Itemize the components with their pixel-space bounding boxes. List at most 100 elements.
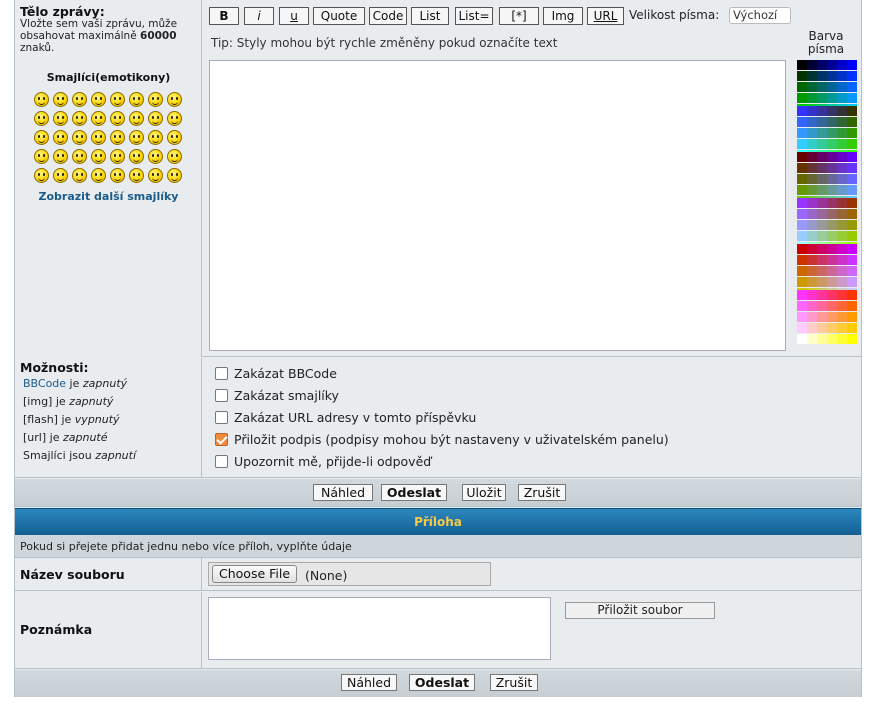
color-swatch[interactable]	[797, 255, 807, 265]
bold-button[interactable]: B	[209, 7, 239, 25]
color-swatch[interactable]	[827, 71, 837, 81]
color-swatch[interactable]	[807, 231, 817, 241]
color-swatch[interactable]	[807, 152, 817, 162]
color-swatch[interactable]	[847, 209, 857, 219]
smiley-icon[interactable]	[34, 111, 49, 126]
smiley-icon[interactable]	[34, 92, 49, 107]
color-swatch[interactable]	[837, 174, 847, 184]
color-swatch[interactable]	[797, 152, 807, 162]
color-swatch[interactable]	[797, 93, 807, 103]
smiley-icon[interactable]	[53, 111, 68, 126]
color-swatch[interactable]	[837, 266, 847, 276]
color-swatch[interactable]	[807, 220, 817, 230]
color-swatch[interactable]	[817, 117, 827, 127]
color-swatch[interactable]	[847, 255, 857, 265]
smiley-icon[interactable]	[148, 92, 163, 107]
option-notify-reply[interactable]: Upozornit mě, přijde-li odpověď	[215, 454, 431, 470]
color-swatch[interactable]	[817, 266, 827, 276]
preview-button[interactable]: Náhled	[313, 484, 373, 501]
cancel-button-bottom[interactable]: Zrušit	[490, 674, 538, 691]
color-swatch[interactable]	[807, 209, 817, 219]
option-attach-signature[interactable]: Přiložit podpis (podpisy mohou být nasta…	[215, 432, 669, 448]
color-swatch[interactable]	[827, 139, 837, 149]
option-disable-urls[interactable]: Zakázat URL adresy v tomto příspěvku	[215, 410, 476, 426]
checkbox-checked[interactable]	[215, 433, 228, 446]
color-swatch[interactable]	[837, 82, 847, 92]
color-swatch[interactable]	[837, 334, 847, 344]
option-disable-bbcode[interactable]: Zakázat BBCode	[215, 366, 337, 382]
color-swatch[interactable]	[847, 334, 857, 344]
color-swatch[interactable]	[847, 174, 857, 184]
color-swatch[interactable]	[807, 174, 817, 184]
color-swatch[interactable]	[837, 152, 847, 162]
message-textarea[interactable]	[209, 60, 786, 351]
smiley-icon[interactable]	[148, 111, 163, 126]
color-swatch[interactable]	[797, 139, 807, 149]
smiley-icon[interactable]	[91, 92, 106, 107]
smiley-icon[interactable]	[167, 168, 182, 183]
checkbox[interactable]	[215, 411, 228, 424]
color-swatch[interactable]	[847, 277, 857, 287]
color-swatch[interactable]	[827, 174, 837, 184]
color-swatch[interactable]	[797, 209, 807, 219]
list-item-button[interactable]: [*]	[499, 7, 539, 25]
color-swatch[interactable]	[817, 231, 827, 241]
checkbox[interactable]	[215, 455, 228, 468]
color-swatch[interactable]	[807, 290, 817, 300]
color-swatch[interactable]	[797, 60, 807, 70]
color-swatch[interactable]	[797, 334, 807, 344]
smiley-icon[interactable]	[72, 149, 87, 164]
color-swatch[interactable]	[827, 82, 837, 92]
color-swatch[interactable]	[797, 117, 807, 127]
color-swatch[interactable]	[807, 93, 817, 103]
color-swatch[interactable]	[817, 209, 827, 219]
smiley-icon[interactable]	[34, 149, 49, 164]
color-swatch[interactable]	[847, 163, 857, 173]
save-button[interactable]: Uložit	[462, 484, 506, 501]
smiley-icon[interactable]	[53, 92, 68, 107]
color-swatch[interactable]	[827, 60, 837, 70]
color-swatch[interactable]	[847, 198, 857, 208]
color-swatch[interactable]	[827, 312, 837, 322]
color-swatch[interactable]	[837, 209, 847, 219]
quote-button[interactable]: Quote	[313, 7, 365, 25]
smiley-icon[interactable]	[148, 168, 163, 183]
color-swatch[interactable]	[807, 244, 817, 254]
color-swatch[interactable]	[837, 220, 847, 230]
smiley-icon[interactable]	[53, 168, 68, 183]
checkbox[interactable]	[215, 389, 228, 402]
url-button[interactable]: URL	[587, 7, 624, 25]
color-swatch[interactable]	[807, 60, 817, 70]
color-swatch[interactable]	[807, 323, 817, 333]
color-swatch[interactable]	[827, 244, 837, 254]
smiley-icon[interactable]	[110, 168, 125, 183]
color-swatch[interactable]	[817, 244, 827, 254]
color-swatch[interactable]	[797, 82, 807, 92]
submit-button[interactable]: Odeslat	[381, 484, 447, 501]
color-swatch[interactable]	[847, 312, 857, 322]
color-swatch[interactable]	[817, 163, 827, 173]
color-swatch[interactable]	[807, 266, 817, 276]
smiley-icon[interactable]	[129, 130, 144, 145]
color-swatch[interactable]	[797, 198, 807, 208]
color-swatch[interactable]	[847, 152, 857, 162]
color-swatch[interactable]	[827, 266, 837, 276]
color-swatch[interactable]	[837, 312, 847, 322]
color-swatch[interactable]	[817, 301, 827, 311]
color-swatch[interactable]	[837, 323, 847, 333]
color-swatch[interactable]	[797, 244, 807, 254]
color-swatch[interactable]	[827, 301, 837, 311]
smiley-icon[interactable]	[72, 92, 87, 107]
color-swatch[interactable]	[807, 71, 817, 81]
color-swatch[interactable]	[817, 255, 827, 265]
color-swatch[interactable]	[807, 334, 817, 344]
smiley-icon[interactable]	[72, 168, 87, 183]
ordered-list-button[interactable]: List=	[455, 7, 493, 25]
more-smileys-link[interactable]: Zobrazit další smajlíky	[15, 190, 202, 203]
color-swatch[interactable]	[807, 277, 817, 287]
smiley-icon[interactable]	[53, 149, 68, 164]
color-swatch[interactable]	[797, 174, 807, 184]
smiley-icon[interactable]	[72, 130, 87, 145]
color-swatch[interactable]	[817, 312, 827, 322]
checkbox[interactable]	[215, 367, 228, 380]
